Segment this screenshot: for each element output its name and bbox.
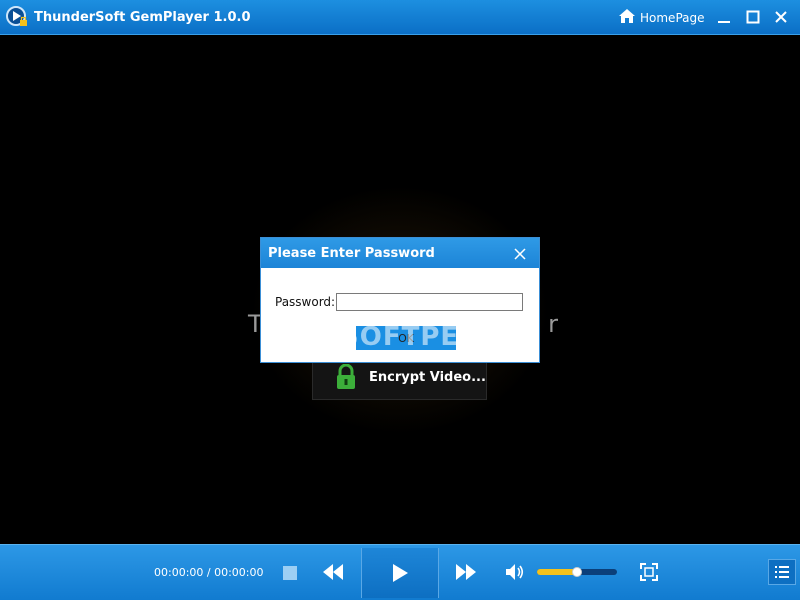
stop-icon xyxy=(283,566,297,580)
title-bar: ThunderSoft GemPlayer 1.0.0 HomePage xyxy=(0,0,800,35)
stop-button[interactable] xyxy=(283,565,297,584)
dialog-title: Please Enter Password xyxy=(268,245,435,261)
password-input[interactable] xyxy=(336,293,523,311)
dialog-close-button[interactable] xyxy=(513,246,527,260)
window-title: ThunderSoft GemPlayer 1.0.0 xyxy=(34,9,251,25)
close-icon xyxy=(514,248,526,260)
homepage-label: HomePage xyxy=(640,11,705,25)
minimize-icon xyxy=(717,9,731,28)
caption-right: r xyxy=(548,310,558,338)
ok-button[interactable]: OK xyxy=(356,326,456,350)
control-bar: 00:00:00 / 00:00:00 xyxy=(0,544,800,600)
fullscreen-icon xyxy=(640,563,658,581)
time-display: 00:00:00 / 00:00:00 xyxy=(154,566,264,579)
home-icon xyxy=(618,8,636,28)
password-label: Password: xyxy=(275,295,336,309)
encrypt-video-label: Encrypt Video... xyxy=(369,369,486,385)
fast-forward-button[interactable] xyxy=(456,564,476,584)
maximize-button[interactable] xyxy=(744,9,762,27)
lock-icon xyxy=(335,363,357,390)
fullscreen-button[interactable] xyxy=(640,563,658,585)
playlist-button[interactable] xyxy=(768,559,796,585)
app-logo-icon xyxy=(6,6,28,28)
minimize-button[interactable] xyxy=(715,9,733,27)
close-icon xyxy=(774,9,788,28)
volume-button[interactable] xyxy=(505,563,525,585)
homepage-link[interactable]: HomePage xyxy=(618,8,705,28)
fast-forward-icon xyxy=(456,564,476,580)
volume-slider-handle[interactable] xyxy=(572,567,582,577)
maximize-icon xyxy=(746,9,760,28)
play-button[interactable] xyxy=(361,548,439,598)
play-icon xyxy=(393,564,408,582)
dialog-header: Please Enter Password xyxy=(261,238,539,268)
volume-icon xyxy=(506,564,524,580)
close-button[interactable] xyxy=(772,9,790,27)
playlist-icon xyxy=(775,566,789,578)
rewind-button[interactable] xyxy=(323,564,343,584)
password-dialog: Please Enter Password Password: OK xyxy=(260,237,540,363)
rewind-icon xyxy=(323,564,343,580)
volume-slider-fill xyxy=(537,569,577,575)
